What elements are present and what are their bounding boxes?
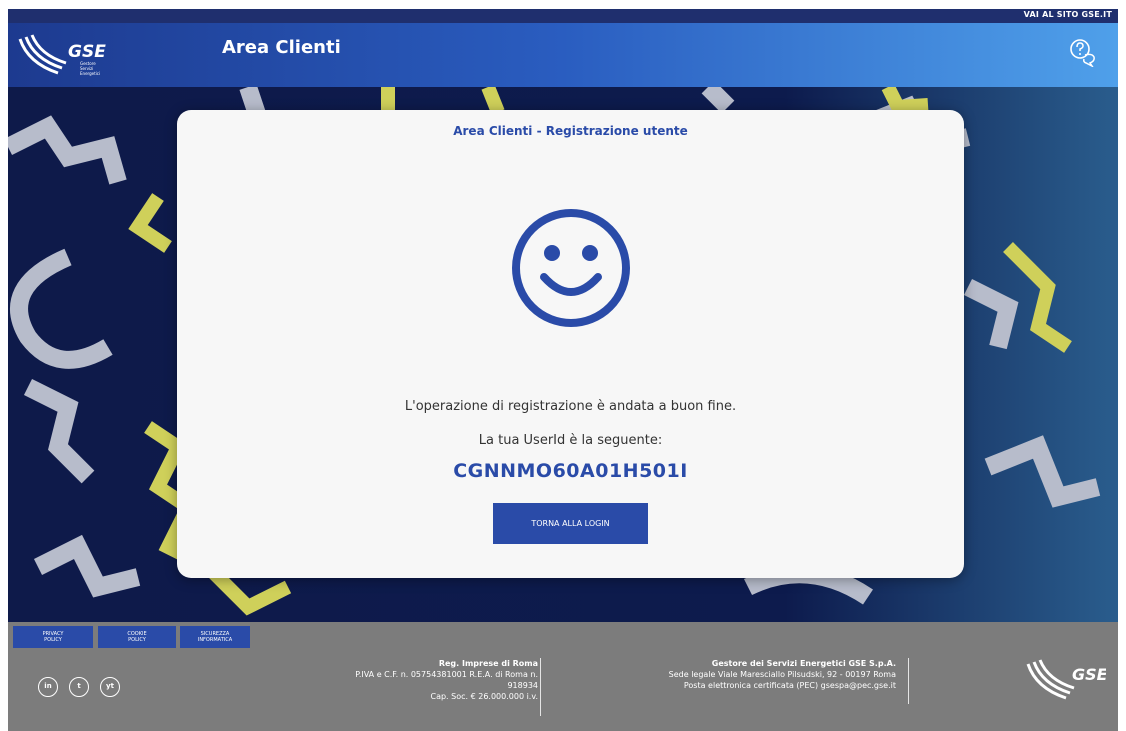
userid-label: La tua UserId è la seguente: (478, 433, 663, 448)
youtube-icon[interactable]: yt (100, 677, 120, 697)
logo-text: GSE (68, 42, 106, 62)
footer: PRIVACY POLICY COOKIE POLICY SICUREZZA INFO… (8, 622, 1118, 731)
svg-text:Energetici: Energetici (80, 71, 100, 76)
footer-gse-logo: GSE (1026, 659, 1106, 700)
help-icon[interactable] (1068, 37, 1098, 67)
success-message: L'operazione di registrazione è andata a… (404, 399, 737, 414)
footer-separator (908, 658, 909, 704)
gse-logo[interactable]: GSE Gestore Servizi Energetici (18, 33, 128, 77)
security-button[interactable]: SICUREZZA INFORMATICA (180, 626, 250, 648)
app-title: Area Clienti (222, 37, 341, 58)
back-to-login-button[interactable]: TORNA ALLA LOGIN (493, 503, 648, 544)
header: GSE Gestore Servizi Energetici Area Clie… (8, 23, 1118, 87)
gse-site-link[interactable]: VAI AL SITO GSE.IT (1024, 10, 1112, 19)
company-info: Gestore dei Servizi Energetici GSE S.p.A… (668, 659, 896, 690)
linkedin-icon[interactable]: in (38, 677, 58, 697)
registration-card: Area Clienti - Registrazione utente L'op… (177, 110, 964, 578)
smiley-icon (512, 209, 630, 327)
registry-info: Reg. Imprese di Roma P.IVA e C.F. n. 057… (355, 659, 538, 701)
cookie-policy-button[interactable]: COOKIE POLICY (98, 626, 176, 648)
privacy-policy-button[interactable]: PRIVACY POLICY (13, 626, 93, 648)
svg-text:GSE: GSE (1072, 665, 1106, 684)
userid-value: CGNNMO60A01H501I (453, 460, 688, 482)
footer-separator (540, 658, 541, 716)
top-strip: VAI AL SITO GSE.IT (8, 9, 1118, 23)
twitter-icon[interactable]: t (69, 677, 89, 697)
card-title: Area Clienti - Registrazione utente (453, 124, 688, 138)
